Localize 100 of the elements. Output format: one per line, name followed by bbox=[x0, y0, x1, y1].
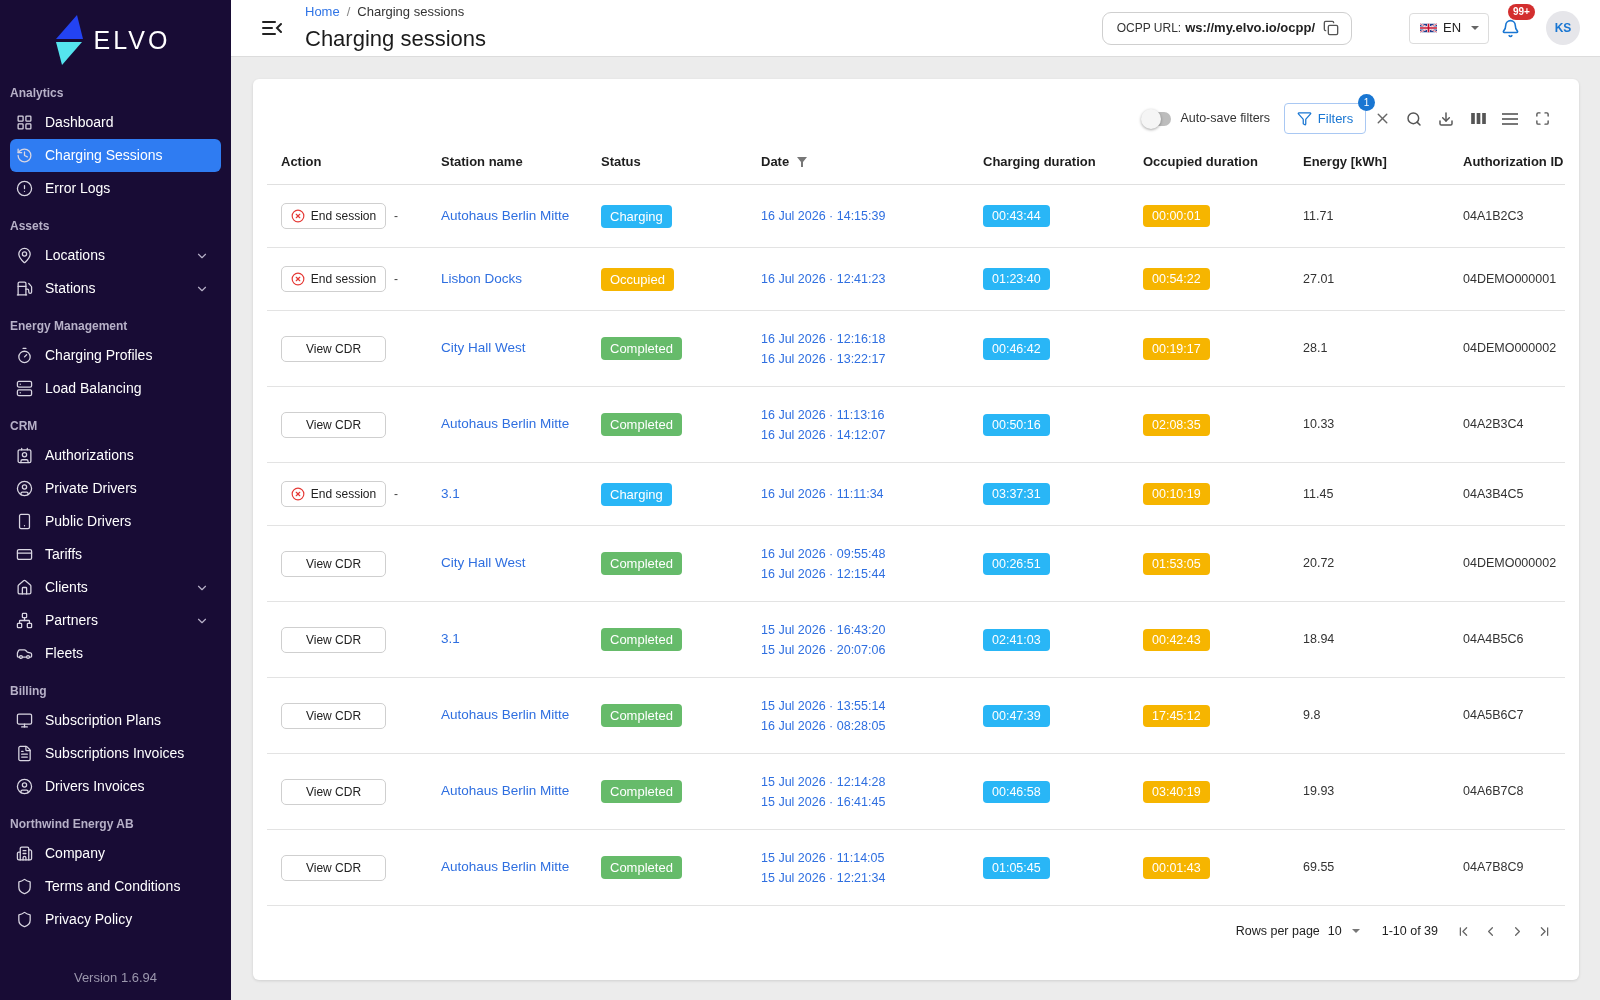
sidebar-item[interactable]: Drivers Invoices bbox=[10, 770, 221, 803]
charging-duration-badge: 00:43:44 bbox=[983, 205, 1050, 227]
station-link[interactable]: Autohaus Berlin Mitte bbox=[441, 414, 570, 435]
view-cdr-button[interactable]: View CDR bbox=[281, 411, 386, 438]
date-text: 16 Jul 2026 · 12:16:18 bbox=[761, 330, 886, 347]
date-text: 15 Jul 2026 · 12:21:34 bbox=[761, 869, 886, 886]
sidebar-item[interactable]: Privacy Policy bbox=[10, 903, 221, 936]
sidebar-item[interactable]: Company bbox=[10, 837, 221, 870]
shield-icon bbox=[16, 911, 33, 928]
status-badge: Completed bbox=[601, 856, 682, 879]
station-link[interactable]: City Hall West bbox=[441, 338, 526, 359]
ocpp-url-value: ws://my.elvo.io/ocpp/ bbox=[1185, 19, 1315, 38]
sidebar-item[interactable]: Load Balancing bbox=[10, 372, 221, 405]
date-text: 16 Jul 2026 · 11:11:34 bbox=[761, 486, 884, 502]
rows-per-page-label: Rows per page bbox=[1235, 922, 1320, 940]
logo-text: ELVO bbox=[93, 25, 171, 55]
charging-duration-badge: 01:05:45 bbox=[983, 856, 1050, 879]
network-icon bbox=[16, 612, 33, 629]
end-session-button[interactable]: End session bbox=[281, 203, 386, 229]
version-text: Version 1.6.94 bbox=[73, 970, 158, 986]
sidebar-item[interactable]: Subscription Plans bbox=[10, 704, 221, 737]
station-link[interactable]: City Hall West bbox=[441, 553, 526, 574]
notifications-button[interactable] bbox=[1500, 17, 1520, 39]
station-link[interactable]: Autohaus Berlin Mitte bbox=[441, 705, 570, 726]
phone-icon bbox=[16, 513, 33, 530]
column-header: Station name bbox=[441, 153, 523, 172]
user-circle-icon bbox=[16, 778, 33, 795]
history-icon bbox=[16, 147, 33, 164]
status-badge: Completed bbox=[601, 413, 682, 436]
energy-value: 11.71 bbox=[1303, 207, 1334, 225]
energy-value: 18.94 bbox=[1303, 631, 1335, 649]
authorization-id: 04A2B3C4 bbox=[1463, 416, 1524, 434]
sidebar-item[interactable]: Charging Profiles bbox=[10, 339, 221, 372]
breadcrumb-separator: / bbox=[346, 3, 351, 20]
date-text: 16 Jul 2026 · 11:13:16 bbox=[761, 406, 885, 423]
rows-per-page-select[interactable]: 10 bbox=[1327, 921, 1360, 941]
authorization-id: 04DEMO000002 bbox=[1463, 340, 1557, 358]
occupied-duration-badge: 00:54:22 bbox=[1143, 268, 1210, 290]
sidebar-item[interactable]: Subscriptions Invoices bbox=[10, 737, 221, 770]
x-circle-icon bbox=[290, 209, 305, 223]
dash-text: - bbox=[394, 271, 398, 288]
charging-duration-badge: 00:46:58 bbox=[983, 780, 1050, 803]
station-link[interactable]: 3.1 bbox=[441, 629, 460, 650]
station-link[interactable]: 3.1 bbox=[441, 483, 460, 505]
energy-value: 9.8 bbox=[1303, 707, 1321, 725]
station-link[interactable]: Lisbon Docks bbox=[441, 268, 523, 290]
view-cdr-button[interactable]: View CDR bbox=[281, 550, 386, 577]
sidebar-item[interactable]: Error Logs bbox=[10, 172, 221, 205]
toggle-label: Auto-save filters bbox=[1180, 110, 1270, 128]
sidebar-item[interactable]: Dashboard bbox=[10, 106, 221, 139]
end-session-button[interactable]: End session bbox=[281, 481, 386, 507]
menu-collapse-icon bbox=[262, 21, 282, 35]
column-header: Status bbox=[601, 153, 641, 172]
view-cdr-button[interactable]: View CDR bbox=[281, 778, 386, 805]
station-link[interactable]: Autohaus Berlin Mitte bbox=[441, 857, 570, 878]
sidebar-item[interactable]: Authorizations bbox=[10, 439, 221, 472]
sidebar-item[interactable]: Fleets bbox=[10, 637, 221, 670]
station-link[interactable]: Autohaus Berlin Mitte bbox=[441, 205, 570, 227]
section-heading: Billing bbox=[10, 684, 47, 698]
authorization-id: 04A1B2C3 bbox=[1463, 207, 1524, 225]
view-cdr-button[interactable]: View CDR bbox=[281, 854, 386, 881]
date-text: 16 Jul 2026 · 09:55:48 bbox=[761, 545, 886, 562]
date-text: 15 Jul 2026 · 16:43:20 bbox=[761, 621, 886, 638]
language-select[interactable]: EN bbox=[1409, 12, 1489, 44]
sidebar-item[interactable]: Tariffs bbox=[10, 538, 221, 571]
avatar[interactable]: KS bbox=[1546, 11, 1580, 45]
status-badge: Occupied bbox=[601, 267, 674, 291]
sidebar-item[interactable]: Private Drivers bbox=[10, 472, 221, 505]
status-badge: Completed bbox=[601, 337, 682, 360]
sidebar-item[interactable]: Stations bbox=[10, 272, 221, 305]
caret-down-icon bbox=[1351, 929, 1360, 933]
end-session-button[interactable]: End session bbox=[281, 266, 386, 292]
copy-icon bbox=[1323, 20, 1339, 36]
charging-duration-badge: 01:23:40 bbox=[983, 268, 1050, 290]
occupied-duration-badge: 02:08:35 bbox=[1143, 413, 1210, 436]
contact-card-icon bbox=[16, 447, 33, 464]
sidebar-item[interactable]: Partners bbox=[10, 604, 221, 637]
notification-count-badge: 99+ bbox=[1508, 4, 1535, 20]
credit-card-icon bbox=[16, 546, 33, 563]
charging-duration-badge: 00:50:16 bbox=[983, 413, 1050, 436]
column-header: Energy [kWh] bbox=[1303, 153, 1387, 172]
status-badge: Charging bbox=[601, 204, 672, 228]
authorization-id: 04A7B8C9 bbox=[1463, 859, 1524, 877]
timer-icon bbox=[16, 347, 33, 364]
station-link[interactable]: Autohaus Berlin Mitte bbox=[441, 781, 570, 802]
occupied-duration-badge: 03:40:19 bbox=[1143, 780, 1210, 803]
sidebar-item[interactable]: Locations bbox=[10, 239, 221, 272]
sidebar-item[interactable]: Charging Sessions bbox=[10, 139, 221, 172]
column-header: Action bbox=[281, 153, 322, 172]
authorization-id: 04DEMO000002 bbox=[1463, 555, 1557, 573]
view-cdr-button[interactable]: View CDR bbox=[281, 626, 386, 653]
sidebar-item[interactable]: Clients bbox=[10, 571, 221, 604]
breadcrumb-link[interactable]: Home bbox=[305, 3, 340, 20]
copy-button[interactable] bbox=[1323, 20, 1339, 36]
sidebar-item[interactable]: Public Drivers bbox=[10, 505, 221, 538]
view-cdr-button[interactable]: View CDR bbox=[281, 702, 386, 729]
document-icon bbox=[16, 745, 33, 762]
energy-value: 28.1 bbox=[1303, 340, 1328, 358]
view-cdr-button[interactable]: View CDR bbox=[281, 335, 386, 362]
sidebar-item[interactable]: Terms and Conditions bbox=[10, 870, 221, 903]
